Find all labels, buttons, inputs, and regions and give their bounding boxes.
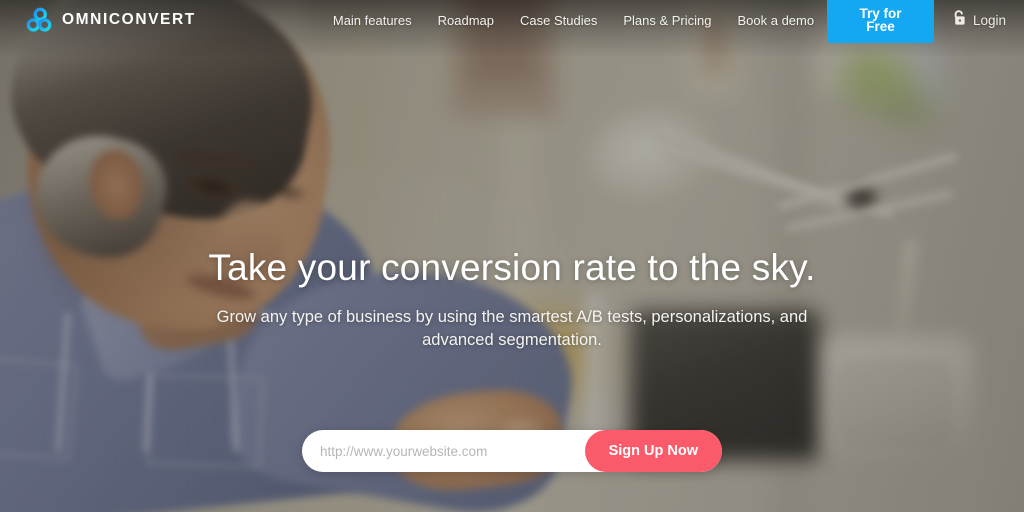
hero-headline: Take your conversion rate to the sky.: [208, 247, 816, 288]
try-for-free-button[interactable]: Try for Free: [827, 0, 934, 43]
nav-item-case-studies[interactable]: Case Studies: [507, 13, 610, 28]
brand-logo-link[interactable]: OMNICONVERT: [26, 7, 196, 33]
hero-section: Take your conversion rate to the sky. Gr…: [0, 246, 1024, 353]
landing-page: OMNICONVERT Main features Roadmap Case S…: [0, 0, 1024, 512]
main-navigation: Main features Roadmap Case Studies Plans…: [320, 13, 827, 28]
hero-subheadline: Grow any type of business by using the s…: [216, 307, 808, 350]
login-label: Login: [972, 12, 1006, 28]
login-link[interactable]: Login: [952, 9, 1006, 32]
signup-form: Sign Up Now: [302, 430, 722, 472]
brand-name: OMNICONVERT: [62, 11, 196, 28]
nav-item-plans-pricing[interactable]: Plans & Pricing: [610, 13, 724, 28]
sign-up-now-button[interactable]: Sign Up Now: [584, 430, 722, 472]
nav-item-book-a-demo[interactable]: Book a demo: [724, 13, 827, 28]
omniconvert-rings-logo-icon: [26, 7, 52, 33]
nav-item-roadmap[interactable]: Roadmap: [425, 13, 507, 28]
website-url-input[interactable]: [302, 430, 585, 472]
site-header: OMNICONVERT Main features Roadmap Case S…: [0, 0, 1024, 43]
unlocked-padlock-icon: [952, 9, 967, 32]
header-actions: Try for Free Login: [827, 0, 1006, 43]
nav-item-main-features[interactable]: Main features: [320, 13, 425, 28]
